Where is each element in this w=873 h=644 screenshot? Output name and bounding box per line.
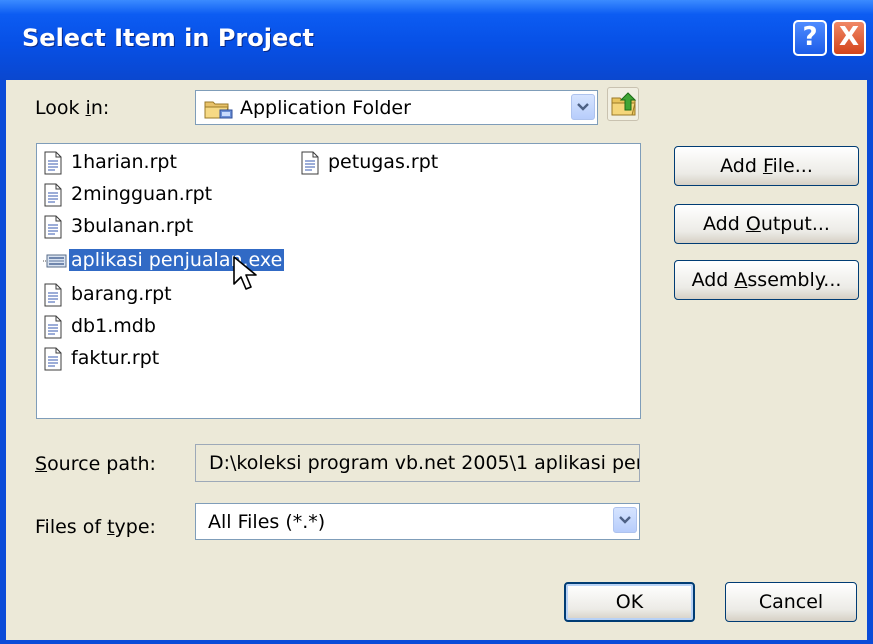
file-name: 2mingguan.rpt bbox=[71, 183, 213, 205]
document-icon bbox=[43, 183, 63, 212]
look-in-value: Application Folder bbox=[240, 97, 411, 119]
executable-icon bbox=[43, 249, 67, 278]
look-in-label: Look in: bbox=[35, 97, 110, 119]
ok-button[interactable]: OK bbox=[564, 582, 695, 622]
chevron-down-icon[interactable] bbox=[613, 507, 637, 533]
mouse-cursor-icon bbox=[233, 256, 261, 298]
source-path-field: D:\koleksi program vb.net 2005\1 aplikas… bbox=[195, 444, 640, 482]
chevron-down-icon[interactable] bbox=[571, 94, 595, 120]
file-list[interactable]: 1harian.rpt 2mingguan.rpt 3bulanan.rpt a… bbox=[36, 143, 641, 419]
files-of-type-dropdown[interactable]: All Files (*.*) bbox=[195, 503, 640, 540]
document-icon bbox=[43, 347, 63, 376]
close-button[interactable]: X bbox=[832, 20, 866, 56]
file-name: 3bulanan.rpt bbox=[71, 215, 194, 237]
document-icon bbox=[43, 283, 63, 312]
file-name: db1.mdb bbox=[71, 315, 156, 337]
file-name: barang.rpt bbox=[71, 283, 172, 305]
files-of-type-label: Files of type: bbox=[35, 516, 156, 538]
document-icon bbox=[43, 315, 63, 344]
dialog-title: Select Item in Project bbox=[22, 24, 314, 52]
cancel-button[interactable]: Cancel bbox=[725, 582, 857, 622]
file-name: petugas.rpt bbox=[328, 151, 439, 173]
document-icon bbox=[43, 215, 63, 244]
dialog-body: Look in: Application Folder 1harian.rpt … bbox=[6, 80, 867, 640]
dialog-window: Select Item in Project ? X Look in: Appl… bbox=[0, 0, 873, 644]
add-assembly-button[interactable]: Add Assembly... bbox=[674, 260, 859, 300]
help-icon: ? bbox=[802, 22, 818, 52]
document-icon bbox=[43, 151, 63, 180]
add-output-button[interactable]: Add Output... bbox=[674, 204, 859, 244]
file-name: 1harian.rpt bbox=[71, 151, 177, 173]
close-icon: X bbox=[838, 22, 860, 52]
look-in-dropdown[interactable]: Application Folder bbox=[195, 90, 598, 125]
file-name: faktur.rpt bbox=[71, 347, 160, 369]
files-of-type-value: All Files (*.*) bbox=[208, 511, 326, 533]
document-icon bbox=[300, 151, 320, 180]
up-one-level-button[interactable] bbox=[607, 87, 639, 121]
folder-icon bbox=[204, 98, 234, 124]
help-button[interactable]: ? bbox=[793, 20, 827, 56]
folder-up-icon bbox=[611, 92, 637, 120]
add-file-button[interactable]: Add File... bbox=[674, 146, 859, 186]
title-bar[interactable]: Select Item in Project ? X bbox=[0, 0, 873, 80]
source-path-label: Source path: bbox=[35, 453, 156, 475]
